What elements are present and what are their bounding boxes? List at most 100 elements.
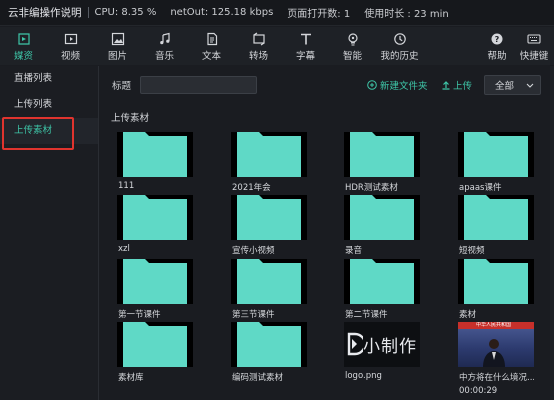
tile-name: 编码测试素材 [232,373,284,383]
keyboard-icon [527,34,541,44]
tab-history[interactable]: 我的历史 [376,27,423,65]
vertical-scrollbar[interactable] [550,66,554,400]
tile-name: 短视频 [459,246,485,256]
video-duration: 00:00:29 [459,386,498,396]
folder-icon [237,132,301,177]
folder-icon [464,259,528,304]
tab-video[interactable]: 视频 [47,27,94,65]
folder-thumbnail [117,195,193,240]
tab-history-label: 我的历史 [380,51,419,62]
folder-thumbnail [458,132,534,177]
sidebar-item-live-list[interactable]: 直播列表 [0,66,98,92]
tile-name: apaas课件 [459,183,502,193]
image-icon [111,32,124,46]
help-label: 帮助 [487,51,507,62]
tab-media[interactable]: 媒资 [0,27,47,65]
folder-icon [123,132,187,177]
tile-name: 第二节课件 [345,310,388,320]
tile-name: 素材库 [118,373,144,383]
tab-music[interactable]: 音乐 [141,27,188,65]
tile-name: 111 [118,181,135,191]
main-toolbar: 媒资 视频 图片 音乐 文本 转场 字幕 智能 我的历史 ? 帮助 快捷键 [0,27,554,65]
sidebar-item-upload-list[interactable]: 上传列表 [0,92,98,118]
tab-image[interactable]: 图片 [94,27,141,65]
title-filter-label: 标题 [112,81,132,92]
upload-button[interactable]: 上传 [441,78,472,92]
video-icon [64,33,77,45]
tab-video-label: 视频 [60,51,80,62]
folder-tile[interactable]: 111 [117,132,193,191]
folder-thumbnail [231,259,307,304]
folder-tile[interactable]: 编码测试素材 [231,322,307,383]
toolbar-right-group: ? 帮助 快捷键 [480,27,554,65]
title-search-input[interactable] [140,76,258,94]
new-folder-button[interactable]: 新建文件夹 [367,78,428,92]
folder-thumbnail [117,322,193,367]
folder-thumbnail [458,259,534,304]
tab-smart[interactable]: 智能 [329,27,376,65]
image-tile[interactable]: 小制作 logo.png [344,322,420,381]
tab-text-label: 文本 [201,51,221,62]
text-doc-icon [206,32,217,46]
upload-icon [442,81,450,90]
logo-text: 小制作 [363,337,417,357]
folder-tile[interactable]: 录音 [344,195,420,256]
tab-image-label: 图片 [107,51,127,62]
tile-name: 宣传小视频 [232,246,275,256]
help-icon: ? [491,33,503,45]
shortcut-button[interactable]: 快捷键 [514,27,554,65]
video-tile[interactable]: 中华人民共和国 中方将在什么境况... 00:00:29 [458,322,534,396]
video-thumbnail: 中华人民共和国 [458,322,534,367]
folder-thumbnail [344,259,420,304]
folder-tile[interactable]: xzl [117,195,193,254]
folder-tile[interactable]: 短视频 [458,195,534,256]
tab-smart-label: 智能 [342,51,362,62]
folder-icon [350,259,414,304]
shortcut-label: 快捷键 [519,51,549,62]
folder-thumbnail [231,195,307,240]
tab-text[interactable]: 文本 [188,27,235,65]
folder-thumbnail [344,195,420,240]
media-icon [17,33,30,45]
folder-tile[interactable]: 素材 [458,259,534,320]
folder-icon [123,322,187,367]
tile-name: logo.png [345,371,382,381]
cpu-stat: CPU: 8.35 % [94,7,157,18]
folder-tile[interactable]: 第一节课件 [117,259,193,320]
folder-icon [464,195,528,240]
folder-tile[interactable]: 第二节课件 [344,259,420,320]
folder-thumbnail [344,132,420,177]
folder-thumbnail [117,259,193,304]
folder-tile[interactable]: 宣传小视频 [231,195,307,256]
new-folder-label: 新建文件夹 [380,81,428,92]
sidebar-item-upload-material[interactable]: 上传素材 [0,118,98,144]
folder-thumbnail [117,132,193,177]
category-select[interactable]: 全部 [484,75,541,95]
folder-tile[interactable]: 素材库 [117,322,193,383]
folder-icon [350,132,414,177]
tab-subtitle[interactable]: 字幕 [282,27,329,65]
tab-transition[interactable]: 转场 [235,27,282,65]
folder-icon [123,195,187,240]
folder-icon [237,322,301,367]
duration-stat: 使用时长 : 23 min [364,9,449,20]
help-button[interactable]: ? 帮助 [480,27,514,65]
tile-name: 2021年会 [232,183,271,193]
tab-subtitle-label: 字幕 [295,51,315,62]
image-thumbnail: 小制作 [344,322,420,367]
folder-thumbnail [231,132,307,177]
tile-name: 中方将在什么境况... [459,373,534,383]
folder-tile[interactable]: 2021年会 [231,132,307,193]
folder-tile[interactable]: HDR测试素材 [344,132,420,193]
category-select-value: 全部 [495,81,515,92]
folder-tile[interactable]: apaas课件 [458,132,534,193]
sidebar: 直播列表 上传列表 上传素材 [0,66,99,400]
folder-tile[interactable]: 第三节课件 [231,259,307,320]
transition-icon [252,32,265,46]
section-title: 上传素材 [111,113,150,124]
main-panel: 标题 新建文件夹 上传 全部 上传素材 111 2021年会 HDR测试素材 a… [100,66,554,400]
person-figure-icon [483,339,505,367]
upload-label: 上传 [453,81,473,92]
tile-name: 素材 [459,310,477,320]
logo-mark-icon [347,332,363,356]
